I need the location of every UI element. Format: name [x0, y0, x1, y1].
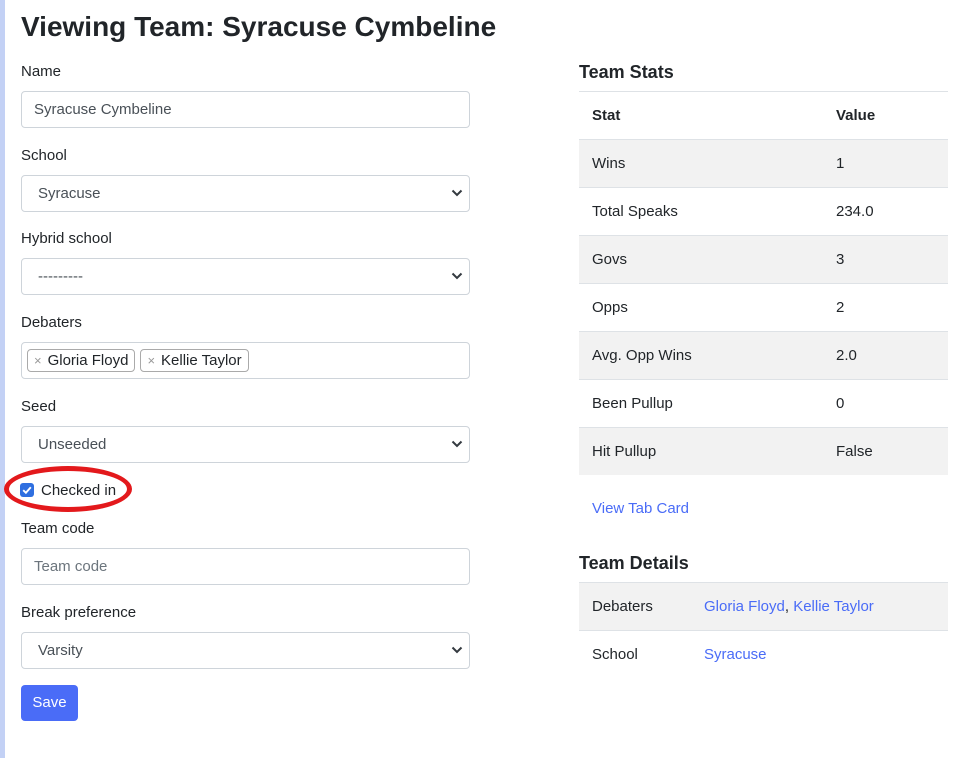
debater-link[interactable]: Kellie Taylor: [793, 598, 874, 615]
stat-name: Hit Pullup: [579, 427, 836, 475]
stat-value: 1: [836, 139, 948, 188]
table-row: Avg. Opp Wins 2.0: [579, 331, 948, 380]
column-header-value: Value: [836, 91, 948, 140]
stat-name: Opps: [579, 283, 836, 332]
chevron-down-icon: [451, 646, 463, 654]
debater-chip-label: Gloria Floyd: [47, 352, 129, 369]
table-row: Been Pullup 0: [579, 379, 948, 428]
seed-select-value: Unseeded: [38, 436, 107, 453]
stat-name: Avg. Opp Wins: [579, 331, 836, 380]
stat-name: Total Speaks: [579, 187, 836, 236]
team-details-table: Debaters Gloria Floyd, Kellie Taylor Sch…: [579, 582, 948, 678]
table-row: Total Speaks 234.0: [579, 187, 948, 236]
table-row: School Syracuse: [579, 630, 948, 678]
name-input[interactable]: [21, 91, 470, 128]
detail-label: School: [579, 630, 704, 678]
debaters-label: Debaters: [21, 314, 82, 331]
left-rail: [0, 0, 5, 758]
debater-link[interactable]: Gloria Floyd: [704, 598, 785, 615]
stat-name: Been Pullup: [579, 379, 836, 428]
column-header-stat: Stat: [579, 91, 836, 140]
remove-chip-icon[interactable]: ×: [34, 350, 42, 371]
stat-value: 2.0: [836, 331, 948, 380]
table-row: Debaters Gloria Floyd, Kellie Taylor: [579, 582, 948, 631]
team-details-title: Team Details: [579, 553, 689, 573]
chevron-down-icon: [451, 440, 463, 448]
table-row: Govs 3: [579, 235, 948, 284]
chevron-down-icon: [451, 272, 463, 280]
team-code-label: Team code: [21, 520, 95, 537]
save-button[interactable]: Save: [21, 685, 78, 721]
school-select[interactable]: Syracuse: [21, 175, 470, 212]
table-row: Wins 1: [579, 139, 948, 188]
debater-chip: × Kellie Taylor: [140, 349, 249, 372]
remove-chip-icon[interactable]: ×: [147, 350, 155, 371]
team-stats-title: Team Stats: [579, 62, 674, 82]
stat-name: Govs: [579, 235, 836, 284]
chevron-down-icon: [451, 189, 463, 197]
hybrid-school-select[interactable]: ---------: [21, 258, 470, 295]
school-link[interactable]: Syracuse: [704, 646, 767, 663]
team-stats-table: Stat Value Wins 1 Total Speaks 234.0 Gov…: [579, 91, 948, 475]
name-label: Name: [21, 63, 62, 80]
team-code-input[interactable]: [21, 548, 470, 585]
debaters-multiselect[interactable]: × Gloria Floyd × Kellie Taylor: [21, 342, 470, 379]
hybrid-school-label: Hybrid school: [21, 230, 112, 247]
stat-value: False: [836, 427, 948, 475]
seed-select[interactable]: Unseeded: [21, 426, 470, 463]
debater-chip: × Gloria Floyd: [27, 349, 136, 372]
table-row: Opps 2: [579, 283, 948, 332]
school-label: School: [21, 147, 67, 164]
detail-value: Syracuse: [704, 630, 948, 678]
break-preference-label: Break preference: [21, 604, 137, 621]
school-select-value: Syracuse: [38, 185, 101, 202]
table-header-row: Stat Value: [579, 91, 948, 140]
stat-value: 234.0: [836, 187, 948, 236]
seed-label: Seed: [21, 398, 57, 415]
stat-value: 3: [836, 235, 948, 284]
detail-label: Debaters: [579, 582, 704, 631]
page-title: Viewing Team: Syracuse Cymbeline: [21, 11, 497, 42]
debater-separator: ,: [784, 598, 790, 615]
view-tab-card-link[interactable]: View Tab Card: [592, 500, 689, 517]
highlight-annotation-circle: [4, 466, 132, 512]
stat-value: 2: [836, 283, 948, 332]
break-preference-select[interactable]: Varsity: [21, 632, 470, 669]
detail-value: Gloria Floyd, Kellie Taylor: [704, 582, 948, 631]
table-row: Hit Pullup False: [579, 427, 948, 475]
stat-name: Wins: [579, 139, 836, 188]
hybrid-school-select-value: ---------: [38, 268, 83, 285]
break-preference-select-value: Varsity: [38, 642, 83, 659]
debater-chip-label: Kellie Taylor: [161, 352, 242, 369]
stat-value: 0: [836, 379, 948, 428]
